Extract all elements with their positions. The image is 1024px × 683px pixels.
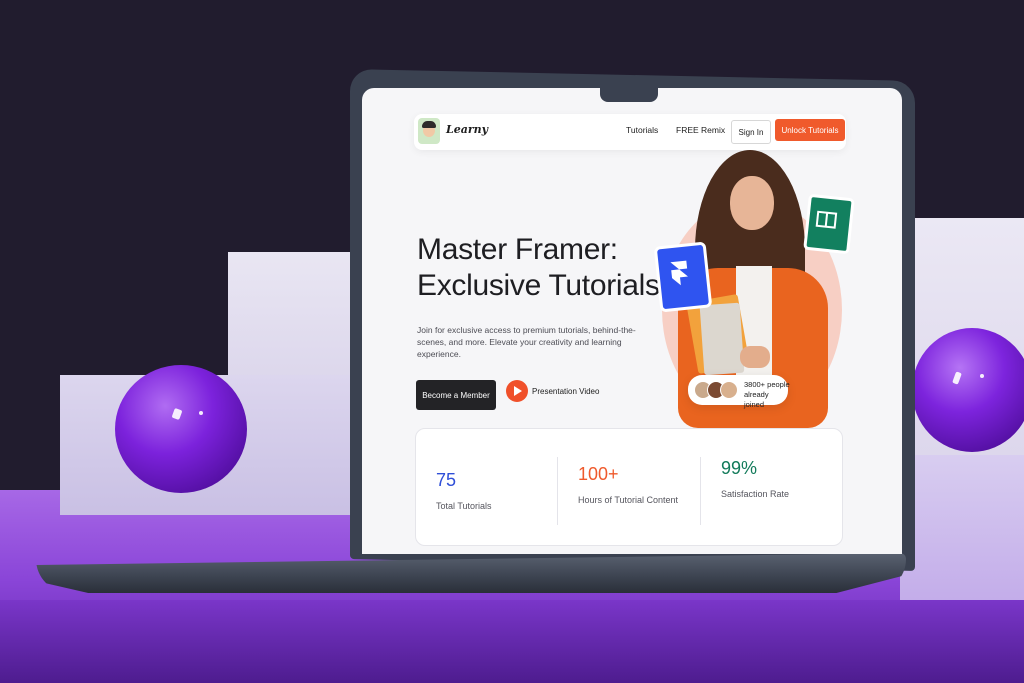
hero-title-line: Master Framer:: [417, 233, 618, 266]
hero-title: Master Framer: Exclusive Tutorials: [417, 232, 677, 304]
laptop-screen: Learny Tutorials FREE Remix Sign In Unlo…: [362, 88, 902, 554]
play-icon[interactable]: [506, 380, 528, 402]
become-member-button[interactable]: Become a Member: [416, 380, 496, 410]
logo-avatar-icon[interactable]: [418, 118, 440, 144]
unlock-tutorials-button[interactable]: Unlock Tutorials: [775, 119, 845, 141]
stat-value: 100+: [578, 464, 619, 484]
decorative-sphere: [115, 365, 247, 493]
mockup-scene: Learny Tutorials FREE Remix Sign In Unlo…: [0, 0, 1024, 683]
hero-subtitle: Join for exclusive access to premium tut…: [417, 325, 636, 359]
stat-value: 75: [436, 470, 457, 490]
stat-divider: [557, 457, 558, 525]
nav-link-free-remix[interactable]: FREE Remix: [676, 125, 725, 135]
stat-hours-content: 100+ Hours of Tutorial Content: [578, 463, 718, 505]
presentation-video-link[interactable]: Presentation Video: [532, 387, 599, 396]
top-navigation: Learny Tutorials FREE Remix Sign In Unlo…: [414, 114, 846, 150]
book-icon: [803, 193, 855, 255]
stat-label: Satisfaction Rate: [721, 489, 790, 499]
stat-divider: [700, 457, 701, 525]
hero-title-line: Exclusive Tutorials: [417, 269, 660, 302]
avatar: [720, 381, 738, 399]
stat-satisfaction: 99% Satisfaction Rate: [721, 457, 861, 499]
camera-notch: [600, 88, 658, 102]
social-proof-text: 3800+ people already joined: [744, 380, 790, 409]
decorative-sphere: [912, 328, 1024, 452]
framer-icon: [653, 241, 713, 313]
stat-value: 99%: [721, 458, 758, 478]
logo-text[interactable]: Learny: [446, 123, 488, 136]
stats-panel: 75 Total Tutorials 100+ Hours of Tutoria…: [415, 428, 843, 546]
backdrop-floor: [0, 600, 1024, 683]
social-proof-badge: 3800+ people already joined: [688, 375, 790, 409]
stat-label: Total Tutorials: [436, 501, 492, 511]
nav-link-tutorials[interactable]: Tutorials: [626, 125, 658, 135]
sign-in-button[interactable]: Sign In: [731, 120, 771, 144]
stat-label: Hours of Tutorial Content: [578, 495, 679, 505]
stat-total-tutorials: 75 Total Tutorials: [436, 469, 576, 511]
